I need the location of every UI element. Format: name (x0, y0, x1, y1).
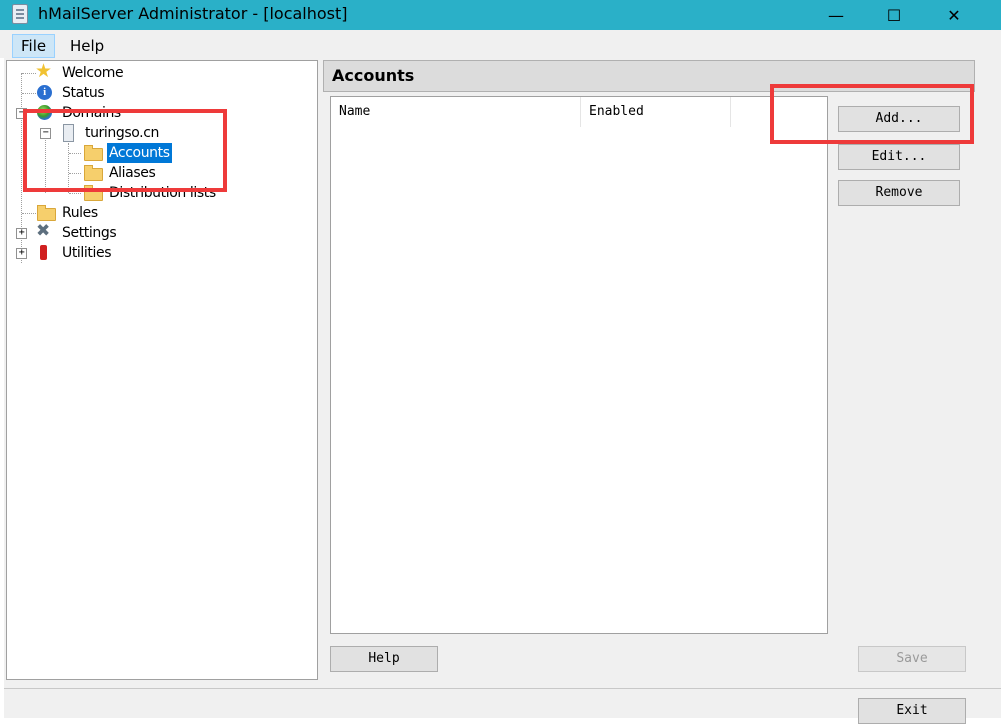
tree-item-label: turingso.cn (85, 125, 160, 141)
tree-item-label: Distribution lists (109, 185, 216, 201)
folder-icon (84, 185, 103, 201)
folder-icon (84, 145, 103, 161)
tree-item-label: Domains (62, 105, 121, 121)
tree-item-accounts[interactable]: Accounts (7, 143, 307, 163)
menu-help[interactable]: Help (62, 35, 112, 57)
accounts-list[interactable]: Name Enabled (330, 96, 828, 634)
title-bar: hMailServer Administrator - [localhost] … (0, 0, 1001, 30)
server-icon (63, 124, 74, 142)
window-title: hMailServer Administrator - [localhost] (38, 4, 348, 23)
folder-icon (37, 205, 56, 221)
tree-item-welcome[interactable]: ★ Welcome (7, 60, 307, 83)
navigation-tree[interactable]: ★ Welcome i Status − Domains − turingso.… (6, 60, 318, 680)
collapse-icon[interactable]: − (40, 128, 51, 139)
edit-button[interactable]: Edit... (838, 144, 960, 170)
folder-icon (84, 165, 103, 181)
add-button[interactable]: Add... (838, 106, 960, 132)
expand-icon[interactable]: + (16, 228, 27, 239)
tree-item-label: Status (62, 85, 105, 101)
help-button[interactable]: Help (330, 646, 438, 672)
panel-header: Accounts (323, 60, 975, 92)
tree-item-aliases[interactable]: Aliases (7, 163, 307, 183)
menu-bar: File Help (0, 30, 1001, 58)
tree-item-label: Aliases (109, 165, 156, 181)
tree-item-label: Settings (62, 225, 117, 241)
client-area: ★ Welcome i Status − Domains − turingso.… (0, 58, 1001, 724)
maximize-button[interactable]: ☐ (871, 0, 917, 30)
separator (4, 688, 1001, 689)
minimize-button[interactable]: — (813, 0, 859, 30)
tree-item-label: Utilities (62, 245, 112, 261)
column-header-enabled[interactable]: Enabled (581, 97, 731, 127)
tree-item-label: Accounts (107, 143, 172, 163)
star-icon: ★ (35, 60, 52, 82)
info-icon: i (37, 85, 52, 100)
expand-icon[interactable]: + (16, 248, 27, 259)
save-button: Save (858, 646, 966, 672)
exit-button[interactable]: Exit (858, 698, 966, 724)
close-button[interactable]: ✕ (931, 0, 977, 30)
tools-icon: ✖ (36, 221, 50, 241)
tree-item-utilities[interactable]: + Utilities (7, 243, 307, 263)
left-edge (0, 58, 4, 718)
remove-button[interactable]: Remove (838, 180, 960, 206)
panel-title: Accounts (332, 66, 415, 85)
menu-file[interactable]: File (12, 34, 56, 58)
tree-item-domain[interactable]: − turingso.cn (7, 123, 307, 143)
tree-item-rules[interactable]: Rules (7, 203, 307, 223)
tree-item-label: Rules (62, 205, 98, 221)
tree-item-domains[interactable]: − Domains (7, 103, 307, 123)
tree-item-distribution-lists[interactable]: Distribution lists (7, 183, 307, 203)
app-icon (12, 4, 28, 24)
tree-item-status[interactable]: i Status (7, 83, 307, 103)
globe-icon (37, 105, 52, 120)
tree-item-label: Welcome (62, 65, 124, 81)
collapse-icon[interactable]: − (16, 108, 27, 119)
column-header-name[interactable]: Name (331, 97, 581, 127)
tree-item-settings[interactable]: + ✖ Settings (7, 223, 307, 243)
utilities-icon (40, 245, 47, 260)
